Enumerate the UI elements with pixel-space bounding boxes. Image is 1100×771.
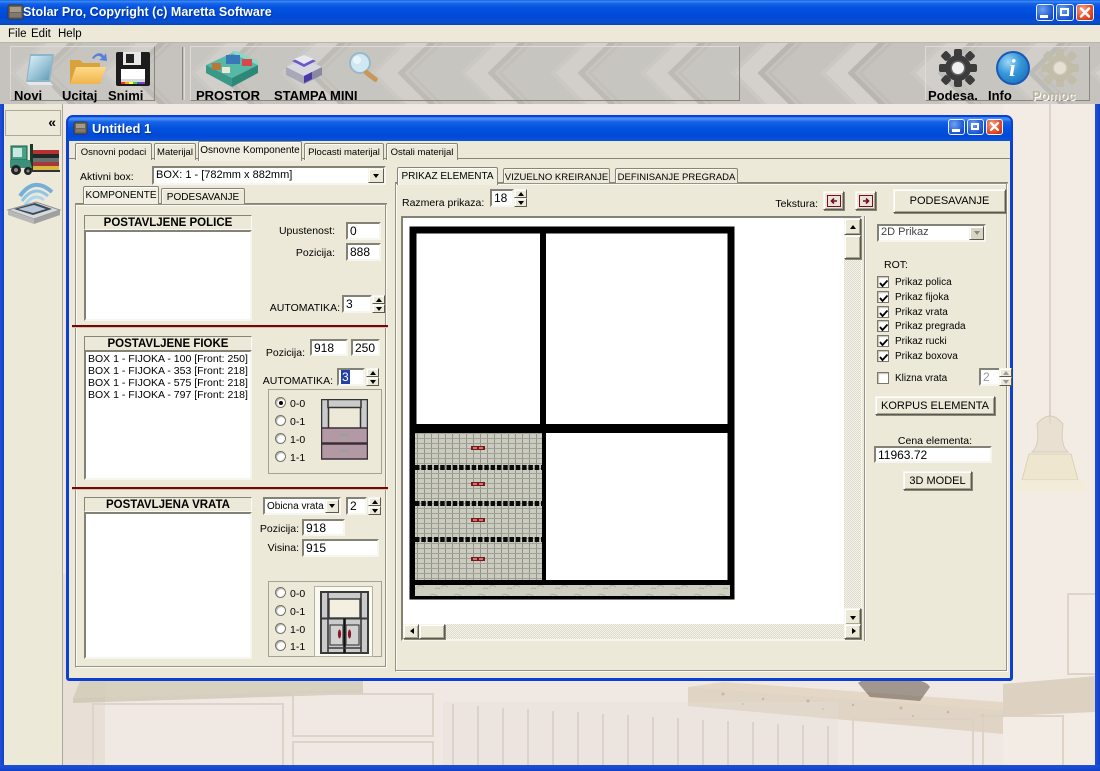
svg-text:i: i: [1009, 56, 1016, 82]
